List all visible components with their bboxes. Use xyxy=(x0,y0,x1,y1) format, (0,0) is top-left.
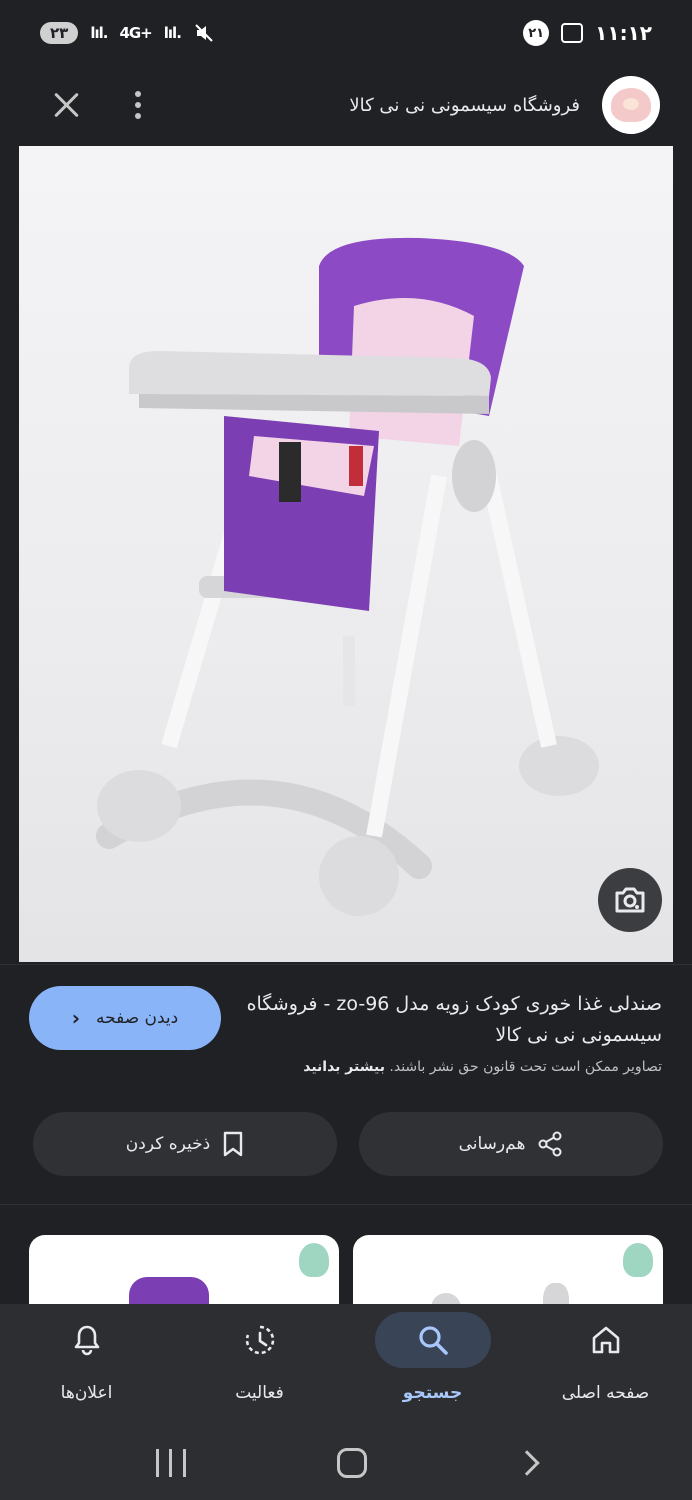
bell-icon xyxy=(74,1325,99,1356)
copyright-text: تصاویر ممکن است تحت قانون حق نشر باشند. xyxy=(389,1059,662,1075)
screenshot-icon xyxy=(561,23,584,43)
visit-page-button[interactable]: دیدن صفحه ‹ xyxy=(29,986,221,1050)
nav-home[interactable]: صفحه اصلی xyxy=(519,1304,692,1426)
related-image-card[interactable] xyxy=(29,1235,339,1315)
nav-label: صفحه اصلی xyxy=(561,1383,650,1403)
bottom-navigation: اعلان‌ها فعالیت جستجو صفحه اصلی xyxy=(0,1304,692,1426)
nav-icon-container xyxy=(202,1312,318,1368)
image-details: دیدن صفحه ‹ صندلی غذا خوری کودک زویه مدل… xyxy=(0,964,692,1204)
home-button-icon[interactable] xyxy=(336,1448,367,1478)
app-header: فروشگاه سیسمونی نی نی کالا xyxy=(0,66,692,144)
status-bar: ۲۳ lıl. 4G+ lıl. ۲۱ ۱۱:۱۲ xyxy=(0,0,692,66)
nav-icon-container xyxy=(29,1312,145,1368)
close-icon[interactable] xyxy=(48,87,84,123)
product-image[interactable] xyxy=(19,146,673,962)
lens-icon xyxy=(615,887,645,913)
nav-label: فعالیت xyxy=(235,1383,284,1403)
nav-search[interactable]: جستجو xyxy=(346,1304,519,1426)
status-right: ۲۱ ۱۱:۱۲ xyxy=(523,20,652,46)
nav-activity[interactable]: فعالیت xyxy=(173,1304,346,1426)
mute-icon xyxy=(195,24,213,42)
battery-indicator: ۲۳ xyxy=(40,22,79,44)
save-label: ذخیره کردن xyxy=(125,1134,211,1154)
copyright-note: تصاویر ممکن است تحت قانون حق نشر باشند. … xyxy=(202,1059,662,1075)
lens-button[interactable] xyxy=(598,868,662,932)
share-icon xyxy=(538,1131,562,1157)
signal-icon: lıl. xyxy=(90,24,108,42)
recent-apps-icon[interactable] xyxy=(155,1449,186,1477)
baby-logo-icon xyxy=(299,1243,329,1277)
clock: ۱۱:۱۲ xyxy=(595,21,652,45)
save-button[interactable]: ذخیره کردن xyxy=(33,1112,337,1176)
nav-label: اعلان‌ها xyxy=(60,1383,113,1403)
image-title[interactable]: صندلی غذا خوری کودک زویه مدل zo-96 - فرو… xyxy=(242,989,662,1051)
share-button[interactable]: هم‌رسانی xyxy=(359,1112,663,1176)
back-icon[interactable] xyxy=(514,1450,541,1476)
bookmark-icon xyxy=(224,1131,243,1157)
high-chair-illustration xyxy=(96,237,599,916)
history-icon xyxy=(245,1325,274,1355)
signal-icon-2: lıl. xyxy=(163,24,182,42)
related-images xyxy=(0,1204,692,1315)
status-left: ۲۳ lıl. 4G+ lıl. xyxy=(40,22,215,44)
source-logo[interactable] xyxy=(602,76,660,134)
system-navigation xyxy=(0,1426,692,1500)
source-title[interactable]: فروشگاه سیسمونی نی نی کالا xyxy=(142,95,602,116)
image-viewer xyxy=(0,144,692,964)
search-icon xyxy=(418,1326,448,1355)
baby-logo-icon xyxy=(623,1243,653,1277)
more-options-icon[interactable] xyxy=(134,91,142,119)
notification-count: ۲۱ xyxy=(523,20,550,46)
visit-label: دیدن صفحه xyxy=(96,1008,179,1028)
chevron-left-icon: ‹ xyxy=(71,1006,80,1030)
share-label: هم‌رسانی xyxy=(458,1134,526,1154)
nav-icon-container xyxy=(548,1312,664,1368)
nav-label: جستجو xyxy=(402,1383,463,1403)
nav-notifications[interactable]: اعلان‌ها xyxy=(0,1304,173,1426)
learn-more-link[interactable]: بیشتر بدانید xyxy=(303,1059,385,1075)
baby-logo-icon xyxy=(611,88,651,122)
related-image-card[interactable] xyxy=(353,1235,663,1315)
nav-icon-container xyxy=(374,1312,491,1368)
network-type: 4G+ xyxy=(119,24,152,42)
home-icon xyxy=(592,1326,619,1354)
